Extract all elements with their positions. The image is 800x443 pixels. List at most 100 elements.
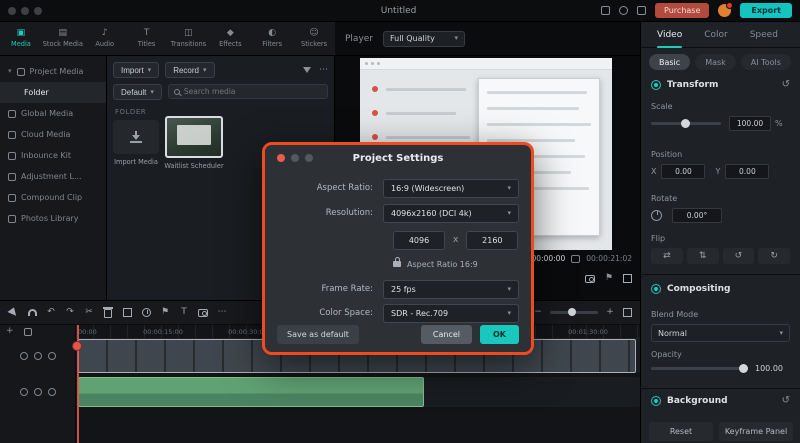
rotate-ccw-button[interactable]: ↺ — [722, 248, 755, 264]
tab-effects[interactable]: ◆ Effects — [209, 22, 251, 55]
magnet-snap-icon[interactable] — [27, 306, 37, 320]
background-toggle[interactable] — [651, 396, 661, 406]
width-input[interactable] — [393, 230, 445, 250]
position-y-value[interactable]: 0.00 — [725, 164, 770, 179]
filter-icon[interactable] — [303, 67, 311, 73]
rotate-cw-button[interactable]: ↻ — [758, 248, 790, 264]
export-button[interactable]: Export — [740, 3, 792, 18]
default-filter-dropdown[interactable]: Default ▾ — [113, 84, 162, 100]
media-clip-thumbnail[interactable] — [165, 116, 223, 158]
marker-icon[interactable]: ⚑ — [160, 306, 170, 320]
mute-track-icon[interactable] — [20, 352, 28, 360]
hide-track-icon[interactable] — [48, 352, 56, 360]
select-tool-icon[interactable] — [7, 306, 19, 320]
tab-stickers[interactable]: ☺ Stickers — [293, 22, 335, 55]
undo-icon[interactable]: ↶ — [46, 306, 56, 320]
crop-icon[interactable] — [122, 306, 132, 320]
transform-toggle[interactable] — [651, 80, 661, 90]
subtab-ai-tools[interactable]: AI Tools — [740, 54, 791, 70]
reset-background-icon[interactable]: ↺ — [782, 396, 790, 406]
tab-transitions[interactable]: ◫ Transitions — [168, 22, 210, 55]
flip-vertical-button[interactable]: ⇅ — [686, 248, 719, 264]
layout-icon[interactable] — [601, 6, 611, 15]
snapshot-icon[interactable] — [584, 274, 595, 283]
lock-track-icon[interactable] — [34, 388, 42, 396]
tab-stock-media[interactable]: ▤ Stock Media — [42, 22, 84, 55]
zoom-slider[interactable] — [550, 308, 598, 316]
share-icon[interactable] — [637, 6, 647, 15]
purchase-button[interactable]: Purchase — [655, 3, 710, 18]
subtab-mask[interactable]: Mask — [695, 54, 736, 70]
close-window-icon[interactable] — [8, 6, 16, 15]
import-media-tile[interactable] — [113, 120, 159, 154]
sidebar-item-project-media[interactable]: ▾ Project Media — [0, 61, 106, 82]
sidebar-item-adjustment-layer[interactable]: Adjustment L... — [0, 166, 106, 187]
sidebar-item-global-media[interactable]: Global Media — [0, 103, 106, 124]
delete-icon[interactable] — [103, 306, 113, 320]
tab-filters[interactable]: ◐ Filters — [251, 22, 293, 55]
cancel-button[interactable]: Cancel — [420, 325, 472, 344]
tab-media[interactable]: ▣ Media — [0, 22, 42, 55]
save-as-default-button[interactable]: Save as default — [277, 325, 359, 344]
tab-color[interactable]: Color — [704, 30, 728, 40]
sidebar-item-folder[interactable]: Folder — [0, 82, 106, 103]
zoom-window-icon[interactable] — [34, 6, 42, 15]
playhead-handle[interactable] — [72, 341, 82, 351]
add-track-icon[interactable]: + — [6, 327, 14, 336]
split-icon[interactable]: ✂ — [84, 306, 94, 320]
record-button[interactable]: Record ▾ — [165, 62, 215, 78]
tab-speed[interactable]: Speed — [750, 30, 778, 40]
tab-titles[interactable]: T Titles — [126, 22, 168, 55]
more-icon[interactable]: ⋯ — [319, 65, 328, 75]
reset-button[interactable]: Reset — [649, 422, 713, 441]
hide-track-icon[interactable] — [48, 388, 56, 396]
minimize-window-icon[interactable] — [21, 6, 29, 15]
speed-icon[interactable] — [141, 306, 151, 320]
sidebar-item-compound-clip[interactable]: Compound Clip — [0, 187, 106, 208]
zoom-out-icon[interactable]: − — [533, 306, 543, 320]
keyframe-panel-button[interactable]: Keyframe Panel — [719, 422, 793, 441]
subtab-basic[interactable]: Basic — [649, 54, 691, 70]
tab-audio[interactable]: ♪ Audio — [84, 22, 126, 55]
notification-icon[interactable] — [619, 6, 629, 15]
sidebar-item-inbounce-kit[interactable]: Inbounce Kit — [0, 145, 106, 166]
zoom-in-icon[interactable]: + — [605, 306, 615, 320]
sidebar-item-photos-library[interactable]: Photos Library — [0, 208, 106, 229]
fullscreen-icon[interactable] — [623, 274, 632, 283]
tab-video[interactable]: Video — [657, 30, 683, 48]
opacity-slider[interactable] — [651, 363, 748, 373]
lock-track-icon[interactable] — [34, 352, 42, 360]
marker-icon[interactable]: ⚑ — [605, 274, 613, 283]
scale-slider[interactable] — [651, 118, 721, 128]
user-avatar[interactable] — [718, 2, 734, 17]
height-input[interactable] — [466, 230, 519, 250]
position-x-value[interactable]: 0.00 — [661, 164, 706, 179]
lock-icon[interactable] — [393, 257, 401, 267]
resolution-dropdown[interactable]: 4096x2160 (DCI 4k) ▾ — [383, 203, 519, 223]
snapshot-icon[interactable] — [198, 306, 208, 320]
import-button[interactable]: Import ▾ — [113, 62, 160, 78]
more-tools-icon[interactable]: ⋯ — [217, 306, 227, 320]
mute-track-icon[interactable] — [20, 388, 28, 396]
aspect-ratio-dropdown[interactable]: 16:9 (Widescreen) ▾ — [383, 178, 519, 198]
flip-horizontal-button[interactable]: ⇄ — [651, 248, 683, 264]
minimize-dialog-icon[interactable] — [291, 154, 299, 162]
scale-value[interactable]: 100.00 — [729, 116, 771, 131]
fit-timeline-icon[interactable] — [622, 306, 632, 320]
track-options-icon[interactable] — [23, 327, 32, 336]
color-space-dropdown[interactable]: SDR - Rec.709 ▾ — [383, 303, 519, 323]
redo-icon[interactable]: ↷ — [65, 306, 75, 320]
rotate-value[interactable]: 0.00° — [672, 208, 722, 223]
zoom-dialog-icon[interactable] — [305, 154, 313, 162]
ok-button[interactable]: OK — [480, 325, 519, 344]
text-tool-icon[interactable]: T — [179, 306, 189, 320]
search-input[interactable] — [183, 87, 322, 96]
sidebar-item-cloud-media[interactable]: Cloud Media — [0, 124, 106, 145]
quality-dropdown[interactable]: Full Quality ▾ — [383, 30, 466, 47]
frame-rate-dropdown[interactable]: 25 fps ▾ — [383, 279, 519, 299]
blend-mode-dropdown[interactable]: Normal ▾ — [651, 324, 790, 342]
compositing-toggle[interactable] — [651, 284, 661, 294]
rotate-dial[interactable] — [651, 210, 662, 221]
green-clip[interactable] — [78, 377, 424, 407]
close-dialog-icon[interactable] — [277, 154, 285, 162]
